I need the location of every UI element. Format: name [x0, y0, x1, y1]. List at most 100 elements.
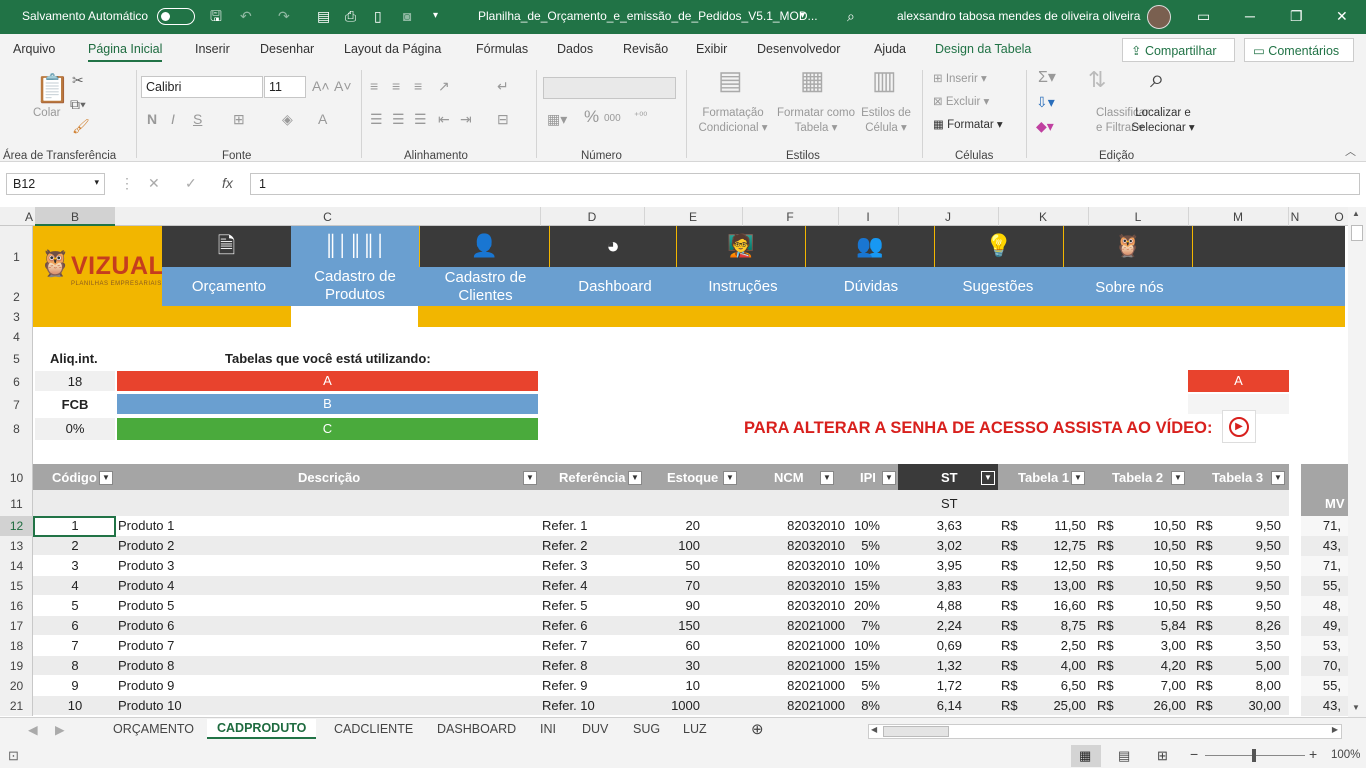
table-cell[interactable]: 3,02	[898, 536, 962, 556]
chevron-down-icon[interactable]: ▾	[94, 177, 99, 188]
table-cell[interactable]: Refer. 1	[542, 516, 642, 536]
cancel-icon[interactable]: ✕	[148, 175, 160, 191]
sheet-tab-cadcliente[interactable]: CADCLIENTE	[334, 722, 413, 736]
function-icon[interactable]: fx	[222, 175, 233, 191]
table-cell[interactable]: 60	[646, 636, 700, 656]
format-as-table-icon[interactable]: ▦	[800, 67, 825, 93]
table-cell[interactable]: Produto 1	[118, 516, 318, 536]
table-cell[interactable]: 4,20	[1097, 656, 1186, 676]
table-cell[interactable]: Refer. 5	[542, 596, 642, 616]
table-cell[interactable]: 7,00	[1097, 676, 1186, 696]
nav-label[interactable]: Instruções	[677, 278, 809, 296]
table-cell[interactable]: 6,14	[898, 696, 962, 716]
italic-icon[interactable]: I	[171, 111, 175, 127]
table-cell[interactable]: 2	[35, 536, 115, 556]
menu-desenvolvedor[interactable]: Desenvolvedor	[757, 42, 840, 56]
next-sheet-icon[interactable]: ▶	[55, 722, 65, 737]
fcb-value[interactable]: 0%	[35, 421, 115, 436]
table-cell[interactable]: 70	[646, 576, 700, 596]
align-top-icon[interactable]: ≡	[370, 78, 378, 94]
sheet-tab-sug[interactable]: SUG	[633, 722, 660, 736]
align-center-icon[interactable]: ☰	[392, 111, 405, 127]
table-cell[interactable]: 4	[35, 576, 115, 596]
table-cell[interactable]: 8,26	[1196, 616, 1281, 636]
row-header[interactable]: 3	[0, 310, 33, 324]
share-button[interactable]: ⇪ Compartilhar	[1122, 38, 1235, 62]
nav-label[interactable]: Dashboard	[550, 278, 680, 296]
zoom-level[interactable]: 100%	[1331, 749, 1360, 761]
search-icon[interactable]: ⌕	[847, 8, 855, 24]
barcode-icon[interactable]: ║│║║│	[291, 232, 419, 260]
table-cell[interactable]: 9,50	[1196, 556, 1281, 576]
row-header[interactable]: 13	[0, 539, 33, 553]
restore-icon[interactable]: ❐	[1290, 8, 1303, 24]
scroll-thumb[interactable]	[1351, 225, 1363, 241]
underline-icon[interactable]: S	[193, 111, 202, 127]
format-cells-button[interactable]: ▦ Formatar ▾	[933, 118, 1003, 133]
zoom-in-icon[interactable]: +	[1309, 746, 1317, 762]
align-bottom-icon[interactable]: ≡	[414, 78, 422, 94]
col-header[interactable]: L	[1088, 210, 1188, 224]
paste-icon[interactable]: 📋	[35, 74, 70, 104]
cell-styles-icon[interactable]: ▥	[872, 67, 897, 93]
table-cell[interactable]: 53,	[1301, 636, 1341, 656]
sheet-tab-duv[interactable]: DUV	[582, 722, 608, 736]
menu-exibir[interactable]: Exibir	[696, 42, 727, 56]
cut-icon[interactable]: ✂	[72, 72, 84, 88]
table-cell[interactable]: 10,50	[1097, 516, 1186, 536]
row-header[interactable]: 10	[0, 471, 33, 485]
table-cell[interactable]: 8,00	[1196, 676, 1281, 696]
menu-desenhar[interactable]: Desenhar	[260, 42, 314, 56]
zoom-slider-thumb[interactable]	[1252, 749, 1256, 762]
row-header[interactable]: 1	[0, 250, 33, 264]
table-cell[interactable]: 3,83	[898, 576, 962, 596]
table-cell[interactable]: 15%	[838, 656, 880, 676]
shrink-font-icon[interactable]: A˅	[334, 78, 352, 94]
sheet-tab-cadproduto[interactable]: CADPRODUTO	[207, 719, 317, 739]
row-header[interactable]: 2	[0, 290, 33, 304]
table-cell[interactable]: Produto 3	[118, 556, 318, 576]
row-header[interactable]: 21	[0, 699, 33, 713]
question-icon[interactable]: 👥	[806, 232, 934, 260]
table-cell[interactable]: 10	[35, 696, 115, 716]
table-cell[interactable]: 48,	[1301, 596, 1341, 616]
table-cell[interactable]: 8%	[838, 696, 880, 716]
sort-filter-icon[interactable]: ⇅	[1088, 69, 1106, 91]
row-header[interactable]: 19	[0, 659, 33, 673]
table-cell[interactable]: 4,00	[1001, 656, 1086, 676]
row-header[interactable]: 16	[0, 599, 33, 613]
table-cell[interactable]: 16,60	[1001, 596, 1086, 616]
table-cell[interactable]: 10,50	[1097, 536, 1186, 556]
table-cell[interactable]: 90	[646, 596, 700, 616]
col-header[interactable]: O	[1330, 210, 1348, 224]
conditional-format-label[interactable]: Formatação Condicional ▾	[695, 106, 771, 136]
filter-button[interactable]: ▼	[820, 471, 834, 485]
table-cell[interactable]: 1000	[646, 696, 700, 716]
table-cell[interactable]: Refer. 8	[542, 656, 642, 676]
scroll-down-icon[interactable]: ▼	[1352, 703, 1360, 712]
autosave-toggle[interactable]	[157, 8, 195, 25]
percent-icon[interactable]: %	[584, 108, 599, 125]
redo-icon[interactable]: ↷	[278, 8, 290, 24]
menu-revisao[interactable]: Revisão	[623, 42, 668, 56]
table-cell[interactable]: 55,	[1301, 576, 1341, 596]
table-cell[interactable]: 2,50	[1001, 636, 1086, 656]
menu-arquivo[interactable]: Arquivo	[13, 42, 55, 56]
teacher-icon[interactable]: 🧑‍🏫	[677, 232, 805, 260]
row-header[interactable]: 5	[0, 352, 33, 366]
nav-label[interactable]: Cadastro de Clientes	[420, 269, 551, 305]
find-icon[interactable]: ⌕	[1150, 65, 1165, 91]
table-cell[interactable]: 10,50	[1097, 556, 1186, 576]
table-cell[interactable]: 10%	[838, 516, 880, 536]
table-cell[interactable]: Refer. 6	[542, 616, 642, 636]
prev-sheet-icon[interactable]: ◀	[28, 722, 38, 737]
sheet-tab-ini[interactable]: INI	[540, 722, 556, 736]
table-cell[interactable]: 43,	[1301, 536, 1341, 556]
confirm-icon[interactable]: ✓	[185, 175, 197, 191]
filter-button[interactable]: ▼	[981, 471, 995, 485]
formula-input[interactable]: 1	[250, 173, 1360, 195]
document-icon[interactable]: ▤	[317, 8, 330, 24]
table-cell[interactable]: 82032010	[745, 516, 845, 536]
font-color-icon[interactable]: A	[318, 111, 327, 127]
add-sheet-icon[interactable]: ⊕	[751, 720, 764, 738]
